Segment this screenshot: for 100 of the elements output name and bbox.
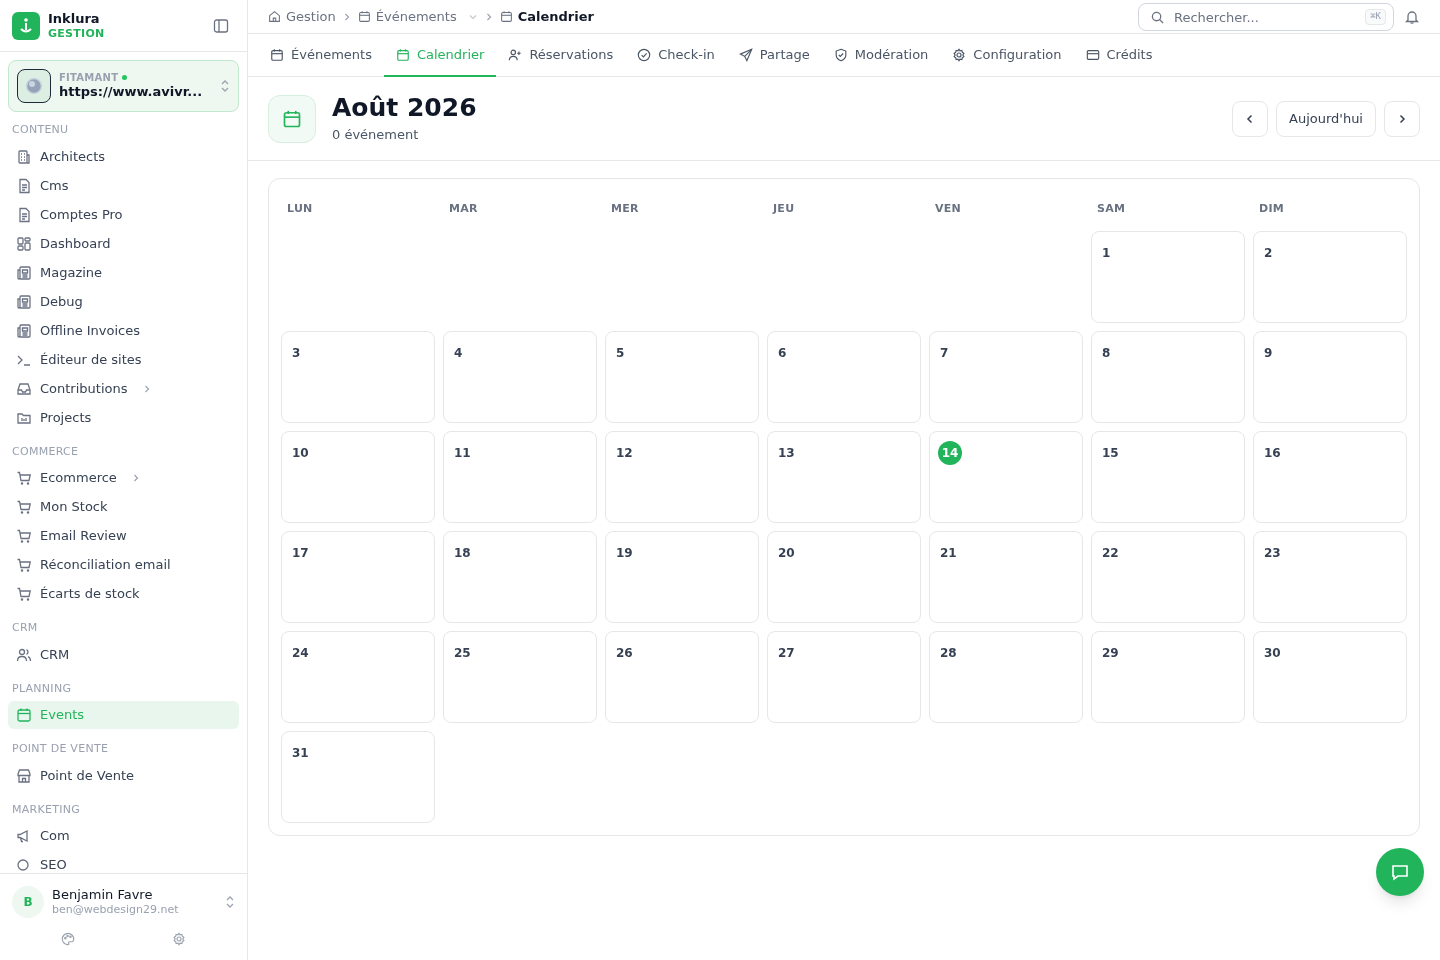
day-cell[interactable]: 29 — [1091, 631, 1245, 723]
day-number: 28 — [939, 645, 958, 662]
day-cell[interactable]: 5 — [605, 331, 759, 423]
sidebar-item[interactable]: Offline Invoices — [8, 316, 239, 345]
chevron-left-icon — [1245, 113, 1255, 124]
day-cell[interactable]: 2 — [1253, 231, 1407, 323]
workspace-label: FITAMANT — [59, 71, 119, 85]
sidebar-item[interactable]: Ecommerce — [8, 464, 239, 492]
today-button[interactable]: Aujourd'hui — [1276, 100, 1376, 137]
day-number: 12 — [615, 445, 634, 462]
day-number: 13 — [777, 445, 796, 462]
section-heading: POINT DE VENTE — [11, 741, 110, 757]
cart-icon — [16, 557, 32, 573]
day-number: 14 — [938, 441, 962, 465]
day-cell[interactable]: 9 — [1253, 331, 1407, 423]
sidebar-item[interactable]: Mon Stock — [8, 493, 239, 521]
calendar-icon — [270, 47, 284, 62]
day-cell[interactable]: 4 — [443, 331, 597, 423]
day-cell[interactable]: 3 — [281, 331, 435, 423]
chevron-updown-icon[interactable] — [225, 895, 235, 909]
day-cell[interactable]: 8 — [1091, 331, 1245, 423]
chevron-right-icon — [1397, 113, 1407, 124]
brand-name: Inklura — [48, 10, 101, 27]
chat-icon — [1390, 862, 1410, 882]
tab[interactable]: Configuration — [940, 34, 1074, 77]
breadcrumb-link[interactable]: Gestion — [268, 6, 336, 27]
bell-icon[interactable] — [1404, 8, 1420, 25]
day-cell[interactable]: 30 — [1253, 631, 1407, 723]
sidebar-item[interactable]: Magazine — [8, 258, 239, 287]
day-cell[interactable]: 10 — [281, 431, 435, 523]
day-number: 18 — [453, 545, 472, 562]
sidebar-item[interactable]: Comptes Pro — [8, 200, 239, 229]
tab[interactable]: Partage — [726, 34, 822, 77]
tab[interactable]: Crédits — [1073, 34, 1165, 77]
sidebar-item[interactable]: Debug — [8, 287, 239, 316]
document-icon — [16, 206, 32, 223]
workspace-url: https://www.avivr... — [59, 84, 203, 101]
sidebar-item[interactable]: Com — [8, 822, 239, 850]
tab[interactable]: Événements — [258, 34, 384, 77]
sidebar-item[interactable]: Écarts de stock — [8, 580, 239, 608]
tab[interactable]: Réservations — [496, 34, 626, 77]
day-cell[interactable]: 26 — [605, 631, 759, 723]
workspace-switcher[interactable]: FITAMANT https://www.avivr... — [8, 60, 239, 112]
palette-icon[interactable] — [60, 932, 75, 946]
day-cell[interactable]: 1 — [1091, 231, 1245, 323]
day-cell[interactable]: 27 — [767, 631, 921, 723]
sidebar-item[interactable]: Architects — [8, 142, 239, 171]
settings-icon — [952, 47, 967, 62]
day-cell[interactable]: 11 — [443, 431, 597, 523]
day-cell[interactable]: 6 — [767, 331, 921, 423]
day-cell[interactable]: 17 — [281, 531, 435, 623]
user-avatar: B — [12, 886, 44, 918]
day-cell[interactable]: 24 — [281, 631, 435, 723]
breadcrumb-link[interactable]: Calendrier — [499, 6, 594, 27]
day-number: 8 — [1101, 345, 1112, 362]
sidebar-item[interactable]: Éditeur de sites — [8, 345, 239, 374]
day-cell[interactable]: 16 — [1253, 431, 1407, 523]
weekday-label: LUN — [287, 202, 313, 215]
sidebar-toggle-icon[interactable] — [213, 17, 229, 34]
weekday-label: VEN — [935, 202, 962, 215]
day-cell[interactable]: 15 — [1091, 431, 1245, 523]
day-cell[interactable]: 18 — [443, 531, 597, 623]
sidebar-item[interactable]: Email Review — [8, 522, 239, 550]
day-cell[interactable]: 21 — [929, 531, 1083, 623]
section-heading: PLANNING — [11, 680, 73, 697]
sidebar-item[interactable]: SEO — [8, 851, 239, 873]
day-cell[interactable]: 25 — [443, 631, 597, 723]
dashboard-icon — [16, 235, 32, 252]
logo-icon — [12, 11, 40, 40]
day-cell[interactable]: 12 — [605, 431, 759, 523]
day-cell[interactable]: 23 — [1253, 531, 1407, 623]
globe-icon — [17, 69, 51, 103]
sidebar-item[interactable]: Point de Vente — [8, 761, 239, 790]
day-number: 5 — [615, 345, 626, 362]
day-cell[interactable]: 31 — [281, 731, 435, 823]
sidebar-item[interactable]: Contributions — [8, 374, 239, 403]
sidebar-item[interactable]: Cms — [8, 171, 239, 200]
day-cell[interactable]: 28 — [929, 631, 1083, 723]
tab[interactable]: Check-in — [625, 34, 727, 77]
day-cell[interactable]: 7 — [929, 331, 1083, 423]
cart-icon — [16, 499, 32, 515]
sidebar-item[interactable]: Réconciliation email — [8, 551, 239, 579]
settings-icon[interactable] — [172, 932, 187, 946]
day-cell[interactable]: 22 — [1091, 531, 1245, 623]
sidebar-item[interactable]: CRM — [8, 640, 239, 669]
day-number: 11 — [453, 445, 472, 462]
weekday-label: MAR — [449, 202, 478, 215]
day-cell[interactable]: 19 — [605, 531, 759, 623]
day-cell[interactable]: 13 — [767, 431, 921, 523]
day-number: 15 — [1101, 445, 1120, 462]
section-heading: MARKETING — [11, 801, 81, 818]
sidebar-item[interactable]: Projects — [8, 403, 239, 432]
newspaper-icon — [16, 264, 32, 281]
day-cell[interactable]: 20 — [767, 531, 921, 623]
breadcrumb-link[interactable]: Événements — [357, 6, 478, 27]
tab[interactable]: Modération — [821, 34, 941, 77]
store-icon — [16, 767, 32, 784]
sidebar-item[interactable]: Dashboard — [8, 229, 239, 258]
day-number: 9 — [1263, 345, 1274, 362]
chat-button[interactable] — [1376, 848, 1424, 896]
